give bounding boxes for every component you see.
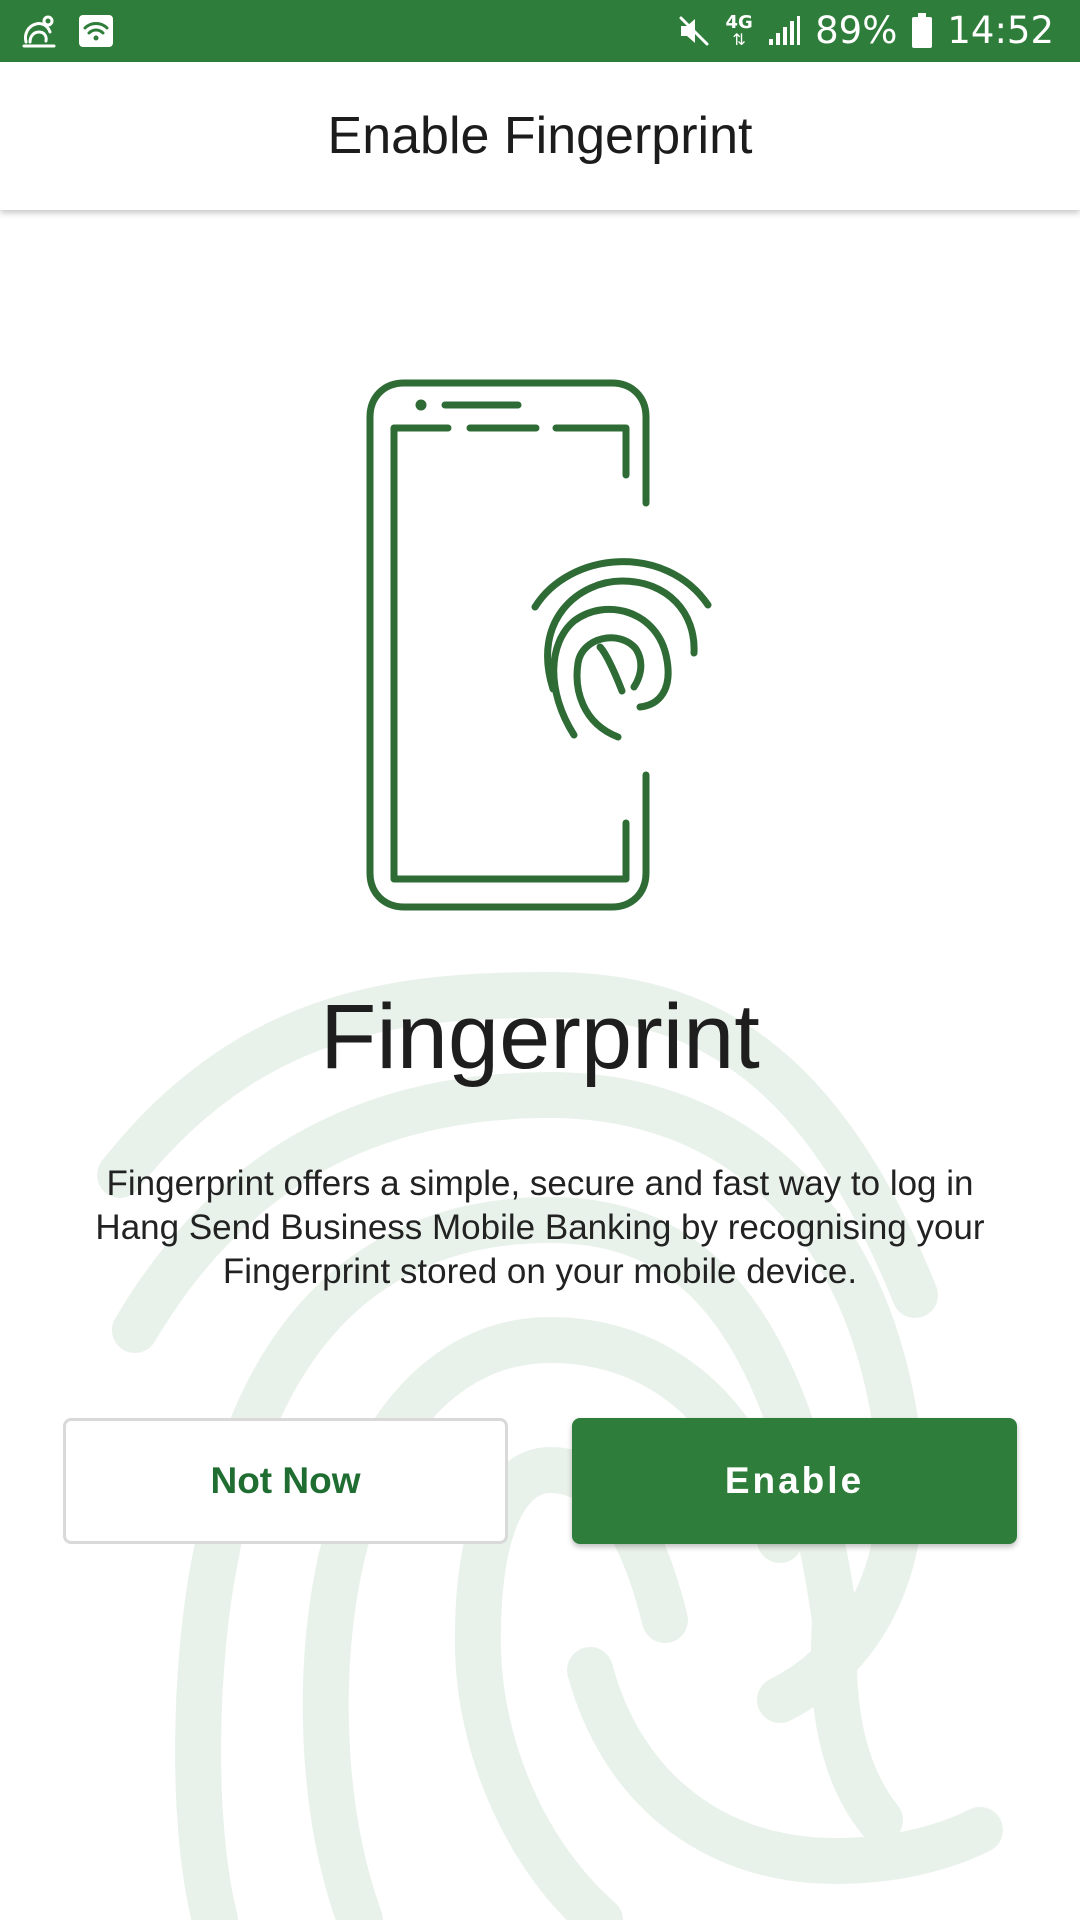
network-4g-icon: 4G ⇅: [725, 12, 753, 49]
phone-fingerprint-icon: [366, 379, 712, 911]
status-time: 14:52: [947, 9, 1054, 52]
description-text: Fingerprint offers a simple, secure and …: [95, 1164, 985, 1291]
enable-button[interactable]: Enable: [572, 1418, 1017, 1544]
enable-label: Enable: [724, 1460, 865, 1501]
battery-percent: 89%: [815, 9, 898, 52]
not-now-label: Not Now: [210, 1460, 361, 1501]
hero-title: Fingerprint: [320, 986, 760, 1088]
enable-fingerprint-screen: 4G ⇅ 89% 14:52 Enable Fingerprint Finger…: [0, 0, 1080, 1920]
page-title: Enable Fingerprint: [327, 107, 753, 165]
status-bar-left: [20, 12, 114, 50]
status-bar: 4G ⇅ 89% 14:52: [0, 0, 1080, 62]
uc-browser-icon: [22, 15, 56, 48]
fingerprint-watermark-icon: [97, 971, 1003, 1920]
battery-icon: [912, 13, 933, 48]
app-header: Enable Fingerprint: [0, 62, 1080, 210]
not-now-button[interactable]: Not Now: [63, 1418, 508, 1544]
mute-icon: [679, 16, 709, 46]
wifi-icon: [79, 15, 113, 47]
status-bar-right: 4G ⇅ 89% 14:52: [677, 0, 1054, 62]
signal-icon: [769, 16, 801, 45]
